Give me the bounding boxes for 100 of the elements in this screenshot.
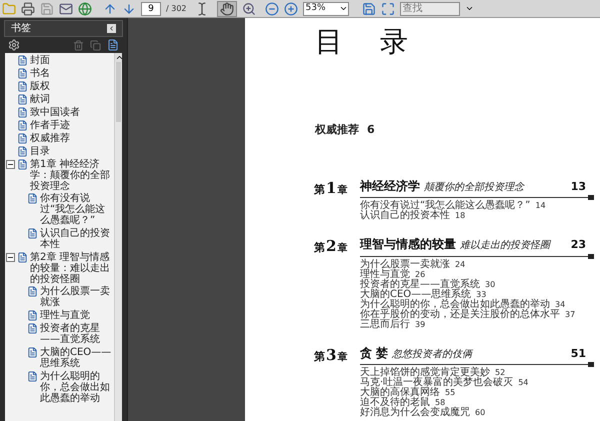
bookmark-item[interactable]: 第1章 神经经济学：颠覆你的全部投资理念	[30, 159, 114, 192]
hand-tool-button[interactable]	[216, 0, 237, 16]
bookmark-item[interactable]: 投资者的克星——直觉系统	[40, 323, 114, 345]
caret-icon[interactable]	[464, 4, 474, 13]
bookmark-item[interactable]: 目录	[30, 146, 114, 157]
scrollbar[interactable]	[114, 53, 122, 421]
toc-page-number: 30	[485, 280, 496, 290]
toc-page-number: 6	[367, 122, 375, 138]
bookmark-item[interactable]: 版权	[30, 81, 114, 92]
collapse-toggle[interactable]	[6, 160, 15, 169]
bookmark-item[interactable]: 为什么股票一卖就涨	[40, 286, 114, 308]
chapter-number: 第 1 章	[314, 178, 348, 198]
zoom-out-icon[interactable]	[264, 2, 279, 16]
toc-page-number: 52	[495, 368, 506, 377]
chevron-icon	[108, 25, 115, 32]
scroll-up-icon[interactable]	[115, 53, 122, 62]
collapse-panel-button[interactable]	[107, 24, 116, 33]
chapter-heading: 贪 婪 忽悠投资者的伎俩 51	[360, 344, 594, 365]
zoom-value: 53%	[304, 2, 327, 15]
bookmark-page-icon	[27, 228, 38, 239]
bookmark-page-icon	[17, 81, 28, 92]
bookmark-item[interactable]: 你有没有说过“我怎么能这么愚蠢呢？”	[40, 193, 114, 226]
bookmark-page-icon	[27, 323, 38, 334]
toc-entry: 三思而后行	[360, 320, 410, 330]
bookmark-page-icon	[27, 286, 38, 297]
toc-entry: 认识自己的投资本性	[360, 211, 450, 221]
toc-entry: 为什么聪明的你，总会做出如此愚蠢的举动	[360, 300, 550, 310]
bookmark-item[interactable]: 大脑的CEO——思维系统	[40, 347, 114, 369]
toc-entry: 迫不及待的老鼠	[360, 398, 430, 408]
hand-icon	[220, 2, 234, 16]
zoom-icon[interactable]	[242, 2, 256, 16]
toc-entry: 权威推荐	[315, 122, 359, 138]
toc-entry: 天上掉馅饼的感觉肯定更美妙	[360, 368, 490, 378]
bookmark-item[interactable]: 作者手迹	[30, 120, 114, 131]
chapter-number: 第3章	[314, 344, 348, 366]
bookmark-page-icon	[17, 146, 28, 157]
options-gear-icon[interactable]	[8, 39, 20, 51]
panel-title: 书签	[11, 22, 31, 36]
toc-page-number: 37	[565, 310, 576, 320]
toc-page-number: 34	[555, 300, 566, 309]
collapse-toggle[interactable]	[6, 253, 15, 262]
toc-entry: 大脑的高保真网络	[360, 388, 440, 398]
toc-page-number: 54	[518, 378, 528, 388]
bookmark-item[interactable]: 理性与直觉	[40, 310, 114, 321]
bookmark-item[interactable]: 致中国读者	[30, 107, 114, 118]
save-icon[interactable]	[362, 2, 376, 16]
zoom-field[interactable]: 53%	[302, 2, 349, 16]
page-title: 目 录	[315, 24, 423, 60]
toc-page-number: 60	[475, 408, 486, 418]
chapter-number: 第2章	[314, 236, 348, 257]
bookmark-page-icon	[27, 371, 38, 382]
page-total: / 302	[166, 2, 187, 14]
toc-entry: 你在乎股价的变动，还是关注股价的总体水平	[360, 310, 560, 320]
toc-page-number: 33	[476, 290, 486, 298]
toc-entry: 大脑的CEO——思维系统	[360, 290, 472, 300]
toc-entry: 好消息为什么会变成魔咒	[360, 408, 470, 418]
bookmark-item[interactable]: 第2章 理智与情感的较量：难以走出的投资怪圈	[30, 252, 114, 285]
bookmark-page-icon	[17, 133, 28, 144]
fit-page-icon[interactable]	[380, 2, 395, 16]
bookmark-page-icon	[17, 68, 28, 79]
toc-entry: 你有没有说过“我怎么能这么愚蠢呢？”	[360, 201, 530, 211]
chapter-heading: 理智与情感的较量 难以走出的投资怪圈 23	[360, 235, 594, 256]
bookmark-item[interactable]: 书名	[30, 68, 114, 79]
caret-icon	[338, 4, 348, 13]
mail-icon[interactable]	[59, 2, 73, 16]
toc-entry: 为什么股票一卖就涨	[360, 260, 450, 270]
delete-icon[interactable]	[73, 40, 84, 50]
globe-icon[interactable]	[78, 2, 92, 16]
zoom-in-icon[interactable]	[284, 2, 298, 16]
bookmark-page-icon	[17, 252, 28, 263]
toc-entry: 马克·吐温一夜暴富的美梦也会破灭	[360, 378, 514, 388]
bookmark-page-icon	[17, 55, 28, 66]
bookmark-page-icon	[27, 193, 38, 204]
bookmark-page-icon	[17, 159, 28, 170]
bookmark-item[interactable]: 封面	[30, 55, 114, 66]
bookmark-page-icon	[17, 120, 28, 131]
chapter-heading: 神经经济学 颠覆你的全部投资理念 13	[360, 176, 594, 198]
next-page-icon[interactable]	[122, 2, 136, 16]
bookmark-item[interactable]: 权威推荐	[30, 133, 114, 144]
bookmark-item[interactable]: 为什么聪明的你，总会做出如此愚蠢的举动	[40, 371, 114, 404]
bookmark-page-icon	[27, 347, 38, 358]
bookmark-page-icon	[17, 107, 28, 118]
previous-page-icon[interactable]	[103, 2, 117, 16]
toc-entry: 投资者的克星——直觉系统	[360, 280, 480, 290]
bookmark-page-icon	[17, 94, 28, 105]
toc-page-number: 55	[445, 388, 456, 398]
bookmark-item[interactable]: 认识自己的投资本性	[40, 228, 114, 250]
toc-page-number: 39	[415, 320, 426, 330]
toc-page-number: 24	[455, 260, 466, 270]
search-field[interactable]: 查找	[400, 2, 460, 16]
toc-page-number: 14	[535, 201, 546, 211]
toc-page-number: 58	[435, 398, 446, 407]
bookmark-item[interactable]: 献词	[30, 94, 114, 105]
new-bookmark-icon[interactable]	[107, 39, 119, 51]
toc-page-number: 18	[455, 211, 466, 221]
page-number-field[interactable]: 9	[141, 2, 161, 16]
bookmark-page-icon	[27, 310, 38, 321]
toc-entry: 理性与直觉	[360, 270, 410, 280]
copy-icon[interactable]	[90, 40, 101, 50]
print-icon[interactable]	[21, 2, 35, 16]
